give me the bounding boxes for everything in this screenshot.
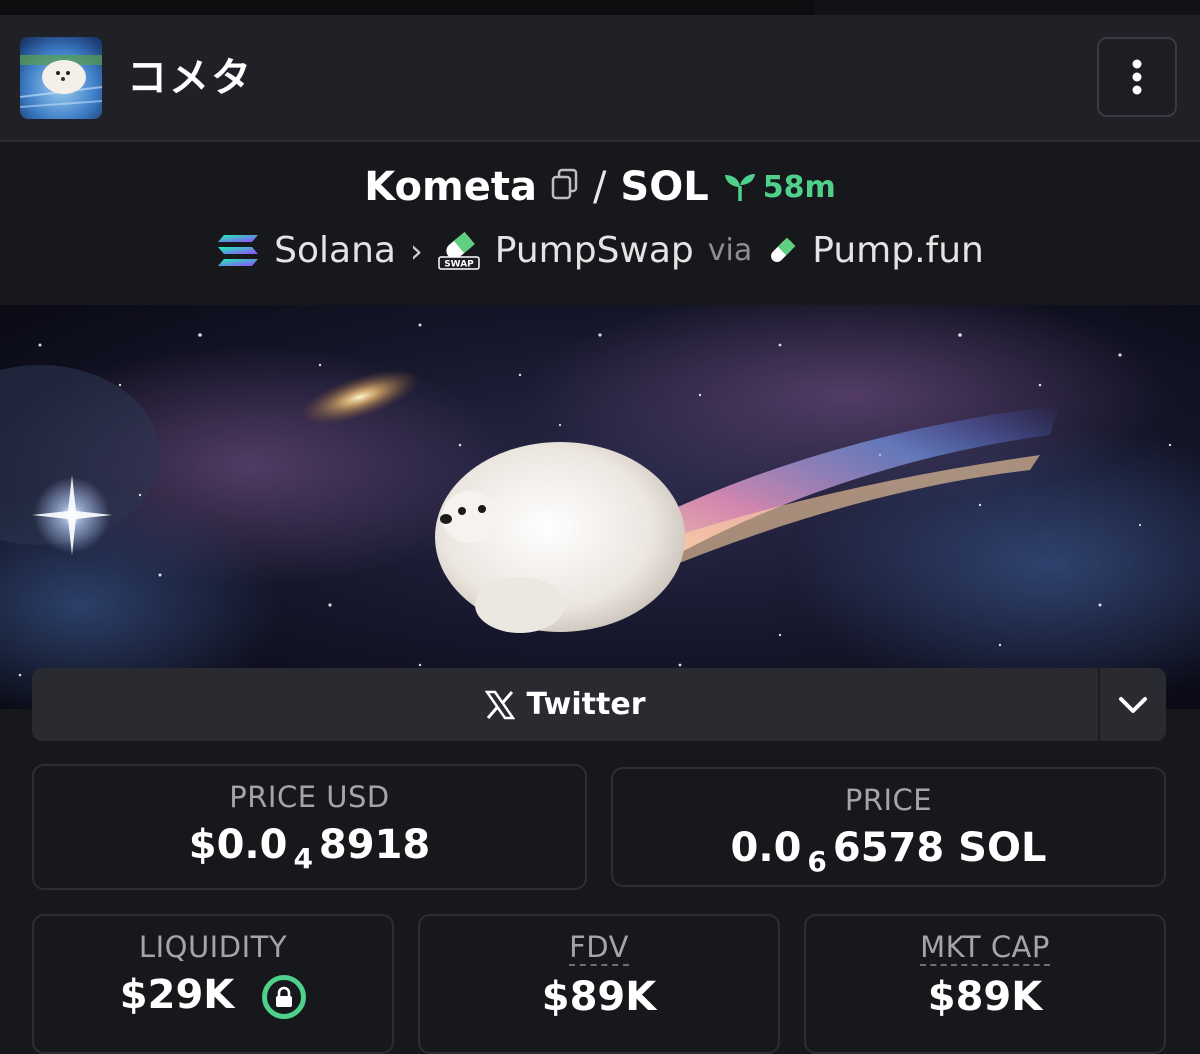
fdv-value: $89K — [541, 974, 657, 1020]
top-strip — [0, 0, 1200, 15]
top-progress — [0, 0, 815, 15]
copy-icon[interactable] — [551, 164, 579, 210]
mkt-cap-value: $89K — [927, 974, 1043, 1020]
kebab-menu-icon — [1132, 59, 1142, 95]
liquidity-label: LIQUIDITY — [138, 930, 288, 964]
twitter-label: Twitter — [526, 687, 646, 722]
price-native-card: PRICE 0.0 6 6578 SOL — [611, 767, 1166, 887]
lock-icon[interactable] — [262, 975, 307, 1019]
price-usd-label: PRICE USD — [229, 780, 390, 814]
comet-dog-space-banner — [0, 305, 1200, 709]
pair-info: Kometa / SOL 58m Solana › SWAP PumpSwap … — [0, 142, 1200, 304]
pair-title: Kometa / SOL 58m — [0, 164, 1200, 210]
launchpad-link-pumpfun[interactable]: Pump.fun — [812, 230, 984, 271]
pair-age-value: 58m — [762, 169, 836, 205]
price-native-label: PRICE — [844, 783, 933, 817]
pumpswap-icon: SWAP — [438, 231, 480, 270]
token-name-jp: コメタ — [127, 55, 253, 101]
chain-link-solana[interactable]: Solana — [274, 230, 396, 271]
price-usd-card: PRICE USD $0.0 4 8918 — [32, 764, 587, 890]
kebab-menu-button[interactable] — [1097, 37, 1177, 117]
mkt-cap-label[interactable]: MKT CAP — [920, 930, 1050, 966]
fdv-card: FDV $89K — [418, 914, 780, 1054]
liquidity-card: LIQUIDITY $29K — [32, 914, 394, 1054]
base-token-symbol: Kometa — [364, 164, 537, 210]
pair-separator: / — [592, 164, 607, 210]
dex-link-pumpswap[interactable]: PumpSwap — [495, 230, 694, 271]
liquidity-value-row: $29K — [34, 972, 392, 1019]
token-header: コメタ — [0, 15, 1200, 142]
svg-text:SWAP: SWAP — [444, 259, 474, 269]
social-expand-button[interactable] — [1098, 668, 1166, 741]
chevron-down-icon — [1119, 696, 1147, 713]
pair-age: 58m — [723, 170, 836, 205]
pumpfun-pill-icon — [771, 237, 796, 262]
liquidity-value: $29K — [119, 972, 235, 1018]
fdv-label[interactable]: FDV — [569, 930, 629, 966]
price-native-value: 0.0 6 6578 SOL — [730, 825, 1047, 878]
dog-avatar-icon[interactable] — [20, 37, 102, 119]
solana-icon — [218, 234, 259, 266]
social-links-bar: Twitter — [32, 668, 1166, 741]
sprout-icon — [724, 174, 755, 201]
mkt-cap-card: MKT CAP $89K — [804, 914, 1166, 1054]
chain-breadcrumb: Solana › SWAP PumpSwap via Pump.fun — [0, 230, 1200, 271]
twitter-link-button[interactable]: Twitter — [32, 668, 1098, 741]
quote-token-symbol: SOL — [620, 164, 709, 210]
chevron-right-icon: › — [409, 231, 423, 270]
price-usd-value: $0.0 4 8918 — [188, 822, 431, 875]
x-logo-icon — [484, 690, 515, 719]
via-label: via — [707, 233, 753, 268]
